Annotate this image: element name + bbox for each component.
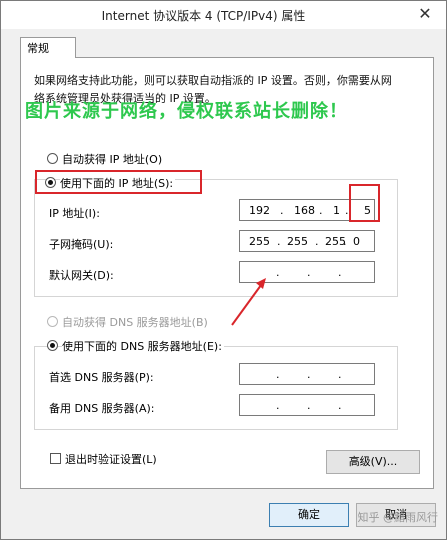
description-line-1: 如果网络支持此功能，则可以获取自动指派的 IP 设置。否则，你需要从网	[34, 74, 392, 87]
validate-label[interactable]: 退出时验证设置(L)	[65, 451, 157, 467]
title-bar: Internet 协议版本 4 (TCP/IPv4) 属性 ✕	[1, 1, 446, 29]
validate-checkbox[interactable]	[50, 453, 61, 464]
auto-dns-radio[interactable]	[47, 316, 58, 327]
preferred-dns-label: 首选 DNS 服务器(P):	[49, 371, 154, 384]
dialog-window: Internet 协议版本 4 (TCP/IPv4) 属性 ✕ 常规 如果网络支…	[0, 0, 447, 540]
advanced-button[interactable]: 高级(V)...	[326, 450, 420, 474]
corner-attribution: 知乎 @黯雨风行	[357, 511, 439, 524]
annotation-red-box-ip-last-octet	[349, 184, 380, 222]
tab-general[interactable]: 常规	[20, 37, 76, 58]
manual-dns-label[interactable]: 使用下面的 DNS 服务器地址(E):	[62, 338, 224, 354]
auto-ip-label[interactable]: 自动获得 IP 地址(O)	[62, 151, 162, 167]
manual-ip-radio[interactable]	[45, 177, 56, 188]
subnet-mask-input[interactable]: 255 . 255 . 255 . 0	[239, 230, 375, 252]
alternate-dns-input[interactable]: . . .	[239, 394, 375, 416]
manual-dns-radio[interactable]	[47, 340, 58, 351]
ok-button[interactable]: 确定	[269, 503, 349, 527]
annotation-arrow	[231, 278, 266, 326]
watermark-text: 图片来源于网络，侵权联系站长删除！	[25, 101, 348, 122]
window-title: Internet 协议版本 4 (TCP/IPv4) 属性	[101, 9, 306, 23]
subnet-mask-label: 子网掩码(U):	[49, 238, 114, 251]
alternate-dns-label: 备用 DNS 服务器(A):	[49, 402, 155, 415]
dns-group-box	[34, 346, 398, 430]
preferred-dns-input[interactable]: . . .	[239, 363, 375, 385]
default-gateway-label: 默认网关(D):	[49, 269, 114, 282]
auto-ip-radio[interactable]	[47, 153, 58, 164]
auto-dns-label[interactable]: 自动获得 DNS 服务器地址(B)	[62, 314, 208, 330]
manual-ip-label[interactable]: 使用下面的 IP 地址(S):	[60, 175, 176, 191]
close-icon[interactable]: ✕	[410, 3, 440, 25]
ip-address-label: IP 地址(I):	[49, 207, 100, 220]
